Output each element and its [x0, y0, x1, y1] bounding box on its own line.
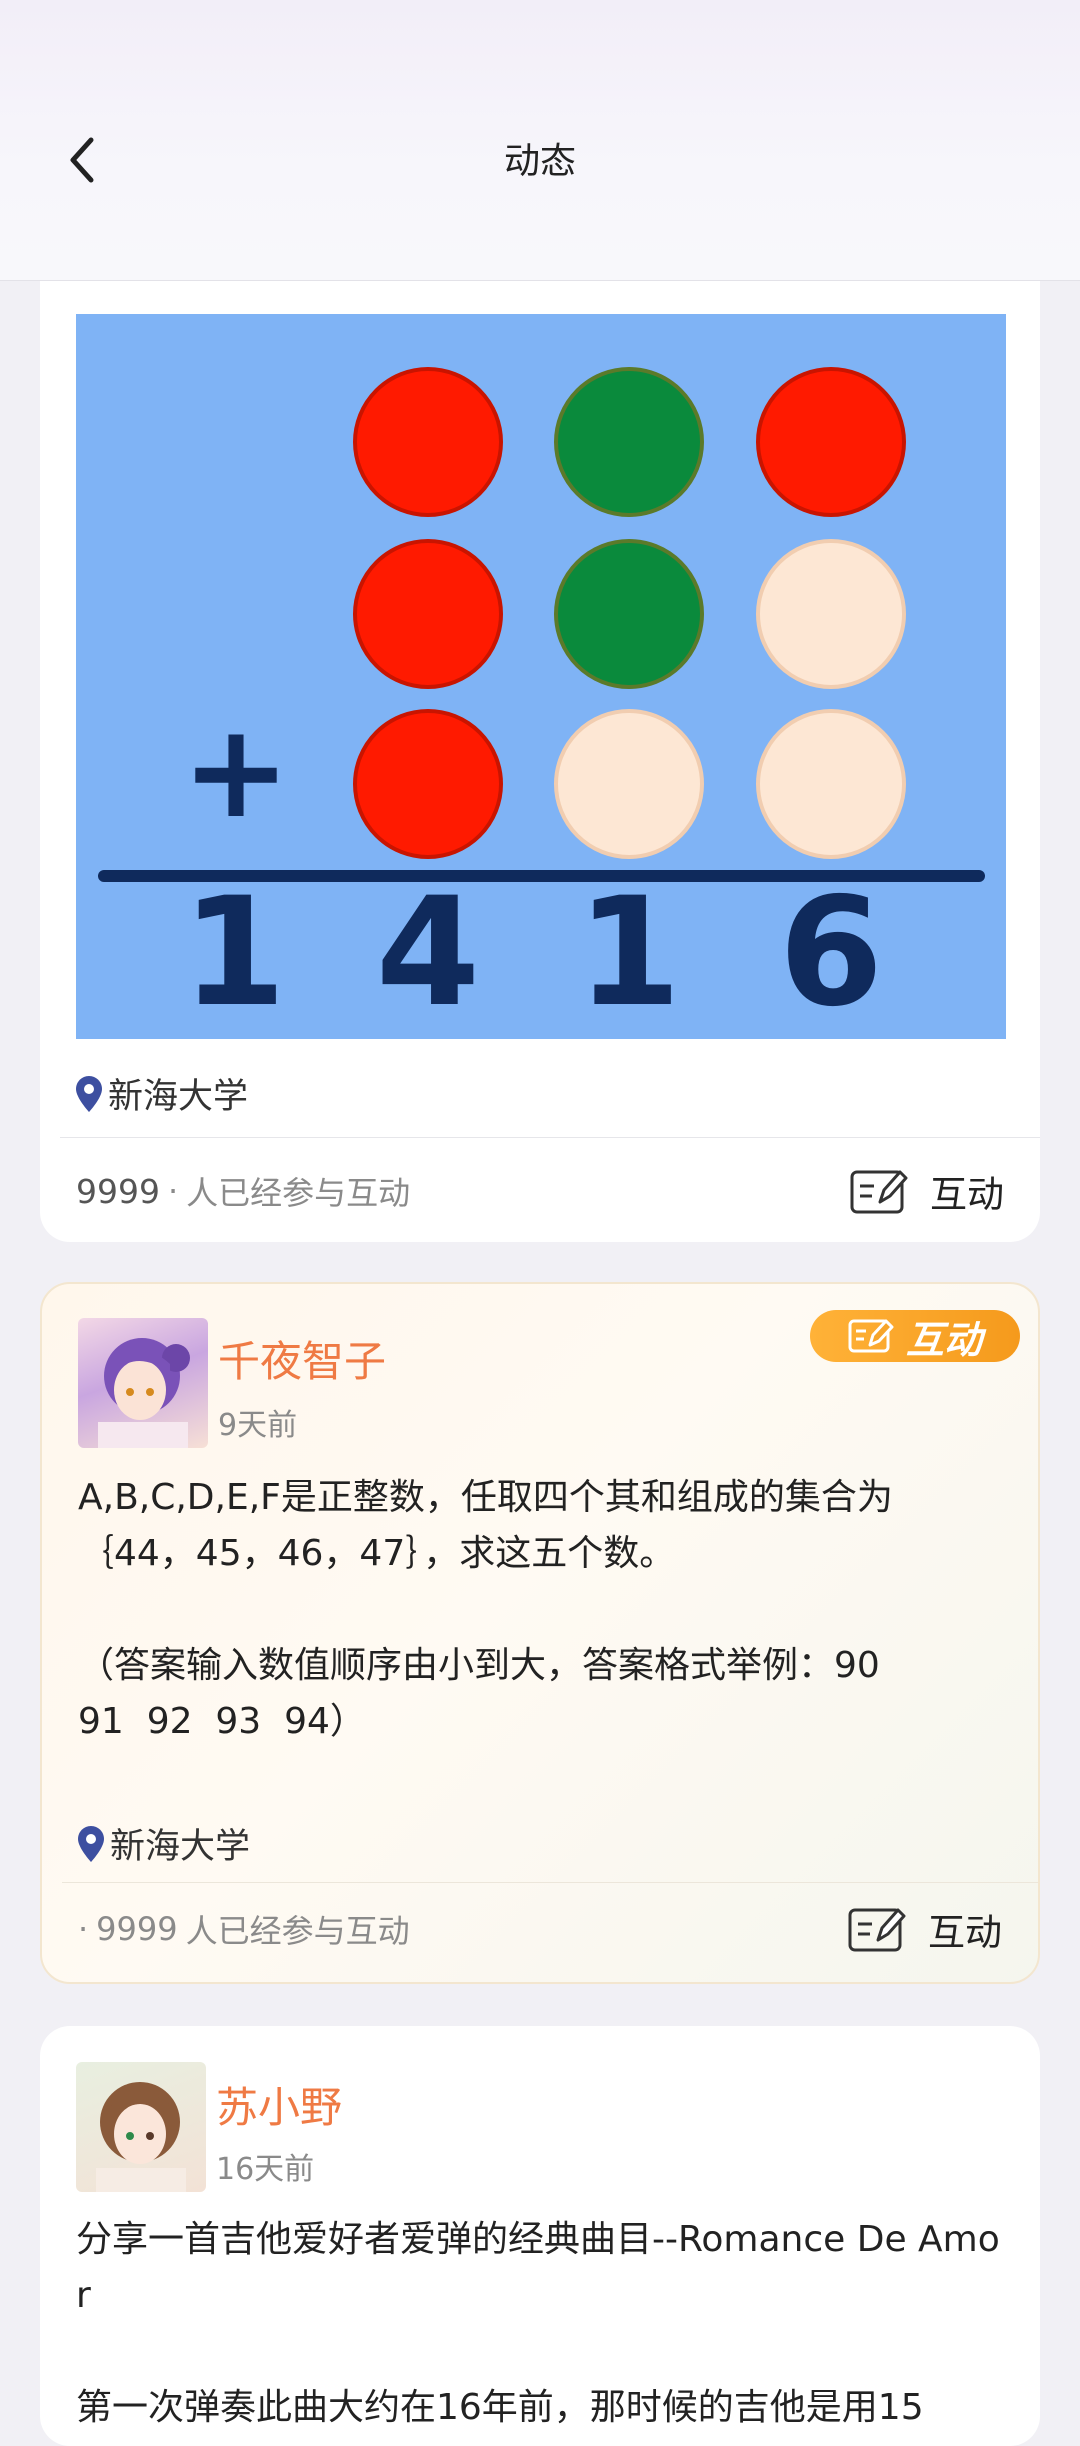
avatar[interactable] — [78, 1318, 208, 1448]
edit-note-icon — [848, 1319, 894, 1353]
plus-sign: + — [182, 695, 291, 847]
participants-count: 9999 — [76, 1171, 160, 1211]
badge-label: 互动 — [905, 1317, 982, 1362]
post-time: 16天前 — [216, 2152, 315, 2187]
puzzle-image: + 1416 — [76, 314, 1006, 1040]
location[interactable]: 新海大学 — [78, 1818, 250, 1869]
participants-separator: · — [78, 1910, 89, 1948]
post-footer: 9999 · 人已经参与互动 互动 — [76, 1156, 1004, 1226]
participants-separator: · — [167, 1172, 179, 1210]
red-circle — [353, 539, 503, 689]
interact-label: 互动 — [928, 1911, 1002, 1954]
username[interactable]: 千夜智子 — [218, 1328, 386, 1389]
location-label: 新海大学 — [110, 1827, 251, 1867]
result-digit: 1 — [182, 866, 286, 1039]
participants-label: 人已经参与互动 — [185, 1912, 410, 1950]
post-card[interactable]: + 1416 新海大学 9999 · 人已经参与互动 互动 — [40, 250, 1040, 1242]
red-circle — [353, 367, 503, 517]
beige-circle — [756, 709, 906, 859]
top-bar: 动态 — [0, 0, 1080, 281]
post-text: A,B,C,D,E,F是正整数，任取四个其和组成的集合为 ｛44，45，46，4… — [78, 1477, 893, 1742]
red-circle — [353, 709, 503, 859]
participants-info: · 9999 人已经参与互动 — [78, 1906, 410, 1952]
post-footer: · 9999 人已经参与互动 互动 — [78, 1894, 1002, 1964]
interact-button[interactable]: 互动 — [850, 1164, 1004, 1218]
avatar[interactable] — [76, 2062, 206, 2192]
interact-label: 互动 — [930, 1173, 1004, 1216]
location-label: 新海大学 — [108, 1077, 249, 1117]
post-text: 分享一首吉他爱好者爱弹的经典曲目--Romance De Amor 第一次弹奏此… — [76, 2219, 1000, 2428]
result-digit: 1 — [577, 866, 681, 1039]
interact-button[interactable]: 互动 — [848, 1902, 1002, 1956]
post-card[interactable]: 苏小野 16天前 分享一首吉他爱好者爱弹的经典曲目--Romance De Am… — [40, 2026, 1040, 2446]
post-time: 9天前 — [218, 1408, 298, 1443]
edit-note-icon — [850, 1170, 908, 1214]
username[interactable]: 苏小野 — [216, 2074, 342, 2135]
beige-circle — [756, 539, 906, 689]
interact-badge[interactable]: 互动 — [810, 1310, 1020, 1362]
divider — [60, 1137, 1040, 1138]
green-circle — [554, 539, 704, 689]
participants-label: 人已经参与互动 — [186, 1174, 411, 1212]
post-card[interactable]: 互动 千夜智子 9天前 A,B,C,D,E,F是正整数，任取四个其和组成的集合为… — [40, 1282, 1040, 1984]
green-circle — [554, 367, 704, 517]
result-digit: 4 — [376, 866, 480, 1039]
location-pin-icon — [76, 1075, 102, 1112]
location[interactable]: 新海大学 — [76, 1068, 248, 1119]
beige-circle — [554, 709, 704, 859]
location-pin-icon — [78, 1825, 104, 1862]
divider — [62, 1882, 1038, 1883]
participants-count: 9999 — [96, 1910, 178, 1948]
page-title: 动态 — [503, 141, 576, 182]
participants-info: 9999 · 人已经参与互动 — [76, 1168, 410, 1214]
edit-note-icon — [848, 1908, 906, 1952]
result-digit: 6 — [779, 866, 883, 1039]
red-circle — [756, 367, 906, 517]
